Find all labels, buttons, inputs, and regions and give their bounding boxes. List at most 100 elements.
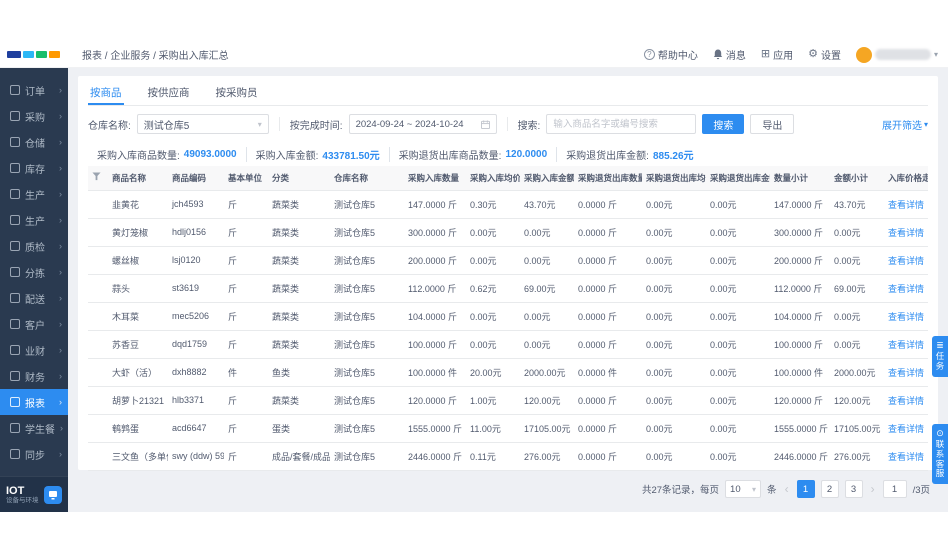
table-row[interactable]: 鹌鹑蛋 acd6647 斤 蛋类 测试仓库5 1555.0000 斤 11.00… <box>88 414 928 442</box>
table-row[interactable]: 三文鱼（多单位） swy (ddw) 5980 斤 成品/套餐/成品 测试仓库5… <box>88 442 928 470</box>
view-detail-link[interactable]: 查看详情 <box>888 396 924 406</box>
chevron-right-icon: › <box>59 319 62 329</box>
page-number-button[interactable]: 1 <box>797 480 815 498</box>
column-header[interactable]: 入库价格走势 <box>884 166 928 190</box>
view-detail-link[interactable]: 查看详情 <box>888 256 924 266</box>
chevron-right-icon: › <box>59 345 62 355</box>
report-tab[interactable]: 按采购员 <box>214 76 260 105</box>
table-row[interactable]: 苏香豆 dqd1759 斤 蔬菜类 测试仓库5 100.0000 斤 0.00元… <box>88 330 928 358</box>
table-row[interactable]: 蒜头 st3619 斤 蔬菜类 测试仓库5 112.0000 斤 0.62元 6… <box>88 274 928 302</box>
sidebar-item[interactable]: 客户 › <box>0 311 68 337</box>
warehouse-select[interactable]: 测试仓库5 ▾ <box>137 114 269 134</box>
cell-return-price: 0.00元 <box>642 190 706 218</box>
task-floating-tab[interactable]: ≣ 任务 <box>932 336 948 377</box>
search-input[interactable] <box>546 114 696 134</box>
sidebar-item-label: 仓储 <box>25 135 45 150</box>
column-header[interactable]: 商品编码 <box>168 166 224 190</box>
sidebar-item[interactable]: 生产 › <box>0 207 68 233</box>
cell-amount-subtotal: 2000.00元 <box>830 358 884 386</box>
column-header[interactable]: 仓库名称 <box>330 166 404 190</box>
settings-button[interactable]: ⚙ 设置 <box>808 47 841 62</box>
view-detail-link[interactable]: 查看详情 <box>888 452 924 462</box>
prev-page-button[interactable]: ‹ <box>783 482 791 496</box>
user-menu[interactable]: ▾ <box>856 47 938 63</box>
summary-item: 采购入库金额: 433781.50元 <box>246 147 389 162</box>
cell-qty-subtotal: 300.0000 斤 <box>770 218 830 246</box>
column-header[interactable]: 采购退货出库金额 <box>706 166 770 190</box>
apps-button[interactable]: ⊞ 应用 <box>761 47 793 62</box>
iot-title: IOT <box>6 485 39 497</box>
date-range-picker[interactable]: 2024-09-24 ~ 2024-10-24 <box>349 114 497 134</box>
column-header[interactable]: 金额小计 <box>830 166 884 190</box>
column-filter-cell[interactable] <box>88 166 108 190</box>
sidebar-item[interactable]: 学生餐 › <box>0 415 68 441</box>
page-size-select[interactable]: 10 ▾ <box>725 480 761 498</box>
table-row[interactable]: 大虾（活） dxh8882 件 鱼类 测试仓库5 100.0000 件 20.0… <box>88 358 928 386</box>
table-row[interactable]: 黄灯笼椒 hdlj0156 斤 蔬菜类 测试仓库5 300.0000 斤 0.0… <box>88 218 928 246</box>
messages-button[interactable]: 消息 <box>713 47 746 62</box>
sidebar-item[interactable]: 配送 › <box>0 285 68 311</box>
column-header[interactable]: 采购入库均价 <box>466 166 520 190</box>
column-header[interactable]: 采购退货出库均价 <box>642 166 706 190</box>
sidebar-item[interactable]: 财务 › <box>0 363 68 389</box>
cell-warehouse: 测试仓库5 <box>330 386 404 414</box>
view-detail-link[interactable]: 查看详情 <box>888 368 924 378</box>
sidebar-item[interactable]: 生产 › <box>0 181 68 207</box>
cell-name: 胡萝卜21321 <box>108 386 168 414</box>
cell-unit: 斤 <box>224 414 268 442</box>
view-detail-link[interactable]: 查看详情 <box>888 312 924 322</box>
breadcrumb[interactable]: 报表 / 企业服务 / 采购出入库汇总 <box>82 47 229 62</box>
table-row[interactable]: 木耳菜 mec5206 斤 蔬菜类 测试仓库5 104.0000 斤 0.00元… <box>88 302 928 330</box>
page-number-button[interactable]: 3 <box>845 480 863 498</box>
table-row[interactable]: 螺丝椒 lsj0120 斤 蔬菜类 测试仓库5 200.0000 斤 0.00元… <box>88 246 928 274</box>
sidebar-item[interactable]: 库存 › <box>0 155 68 181</box>
sidebar-item[interactable]: 采购 › <box>0 103 68 129</box>
column-header[interactable]: 采购入库数量 <box>404 166 466 190</box>
sidebar-item[interactable]: 报表 › <box>0 389 68 415</box>
next-page-button[interactable]: › <box>869 482 877 496</box>
view-detail-link[interactable]: 查看详情 <box>888 200 924 210</box>
sidebar-item[interactable]: 订单 › <box>0 77 68 103</box>
column-header[interactable]: 采购退货出库数量 <box>574 166 642 190</box>
cell-name: 蒜头 <box>108 274 168 302</box>
cell-return-price: 0.00元 <box>642 442 706 470</box>
view-detail-link[interactable]: 查看详情 <box>888 228 924 238</box>
export-button[interactable]: 导出 <box>750 114 794 134</box>
cell-in-qty: 104.0000 斤 <box>404 302 466 330</box>
report-tab[interactable]: 按供应商 <box>146 76 192 105</box>
column-header[interactable]: 数量小计 <box>770 166 830 190</box>
cell-return-price: 0.00元 <box>642 386 706 414</box>
view-detail-link[interactable]: 查看详情 <box>888 340 924 350</box>
sidebar-item-label: 报表 <box>25 395 45 410</box>
summary-value: 885.26元 <box>653 147 694 162</box>
cell-in-qty: 112.0000 斤 <box>404 274 466 302</box>
chevron-right-icon: › <box>59 241 62 251</box>
page-number-button[interactable]: 2 <box>821 480 839 498</box>
iot-panel[interactable]: IOT 设备与环境 <box>0 476 68 512</box>
sidebar-item[interactable]: 业财 › <box>0 337 68 363</box>
search-button[interactable]: 搜索 <box>702 114 744 134</box>
view-detail-link[interactable]: 查看详情 <box>888 424 924 434</box>
sidebar-item[interactable]: 同步 › <box>0 441 68 467</box>
expand-filter-link[interactable]: 展开筛选 ▾ <box>882 117 928 132</box>
table-row[interactable]: 韭黄花 jch4593 斤 蔬菜类 测试仓库5 147.0000 斤 0.30元… <box>88 190 928 218</box>
sidebar-item[interactable]: 质检 › <box>0 233 68 259</box>
column-header[interactable]: 商品名称 <box>108 166 168 190</box>
cell-warehouse: 测试仓库5 <box>330 358 404 386</box>
cell-code: mec5206 <box>168 302 224 330</box>
table-row[interactable]: 胡萝卜21321 hlb3371 斤 蔬菜类 测试仓库5 120.0000 斤 … <box>88 386 928 414</box>
cell-category: 蔬菜类 <box>268 246 330 274</box>
help-center-button[interactable]: ? 帮助中心 <box>644 47 698 62</box>
report-tab[interactable]: 按商品 <box>88 76 124 105</box>
warehouse-label: 仓库名称: <box>88 117 131 132</box>
cell-return-price: 0.00元 <box>642 330 706 358</box>
column-header[interactable]: 采购入库金额 <box>520 166 574 190</box>
view-detail-link[interactable]: 查看详情 <box>888 284 924 294</box>
sidebar-item[interactable]: 仓储 › <box>0 129 68 155</box>
sidebar-item[interactable]: 分拣 › <box>0 259 68 285</box>
customer-service-floating-tab[interactable]: ⊙ 联系客服 <box>932 424 948 484</box>
column-header[interactable]: 基本单位 <box>224 166 268 190</box>
cell-name: 黄灯笼椒 <box>108 218 168 246</box>
column-header[interactable]: 分类 <box>268 166 330 190</box>
page-jump-input[interactable]: 1 <box>883 480 907 498</box>
